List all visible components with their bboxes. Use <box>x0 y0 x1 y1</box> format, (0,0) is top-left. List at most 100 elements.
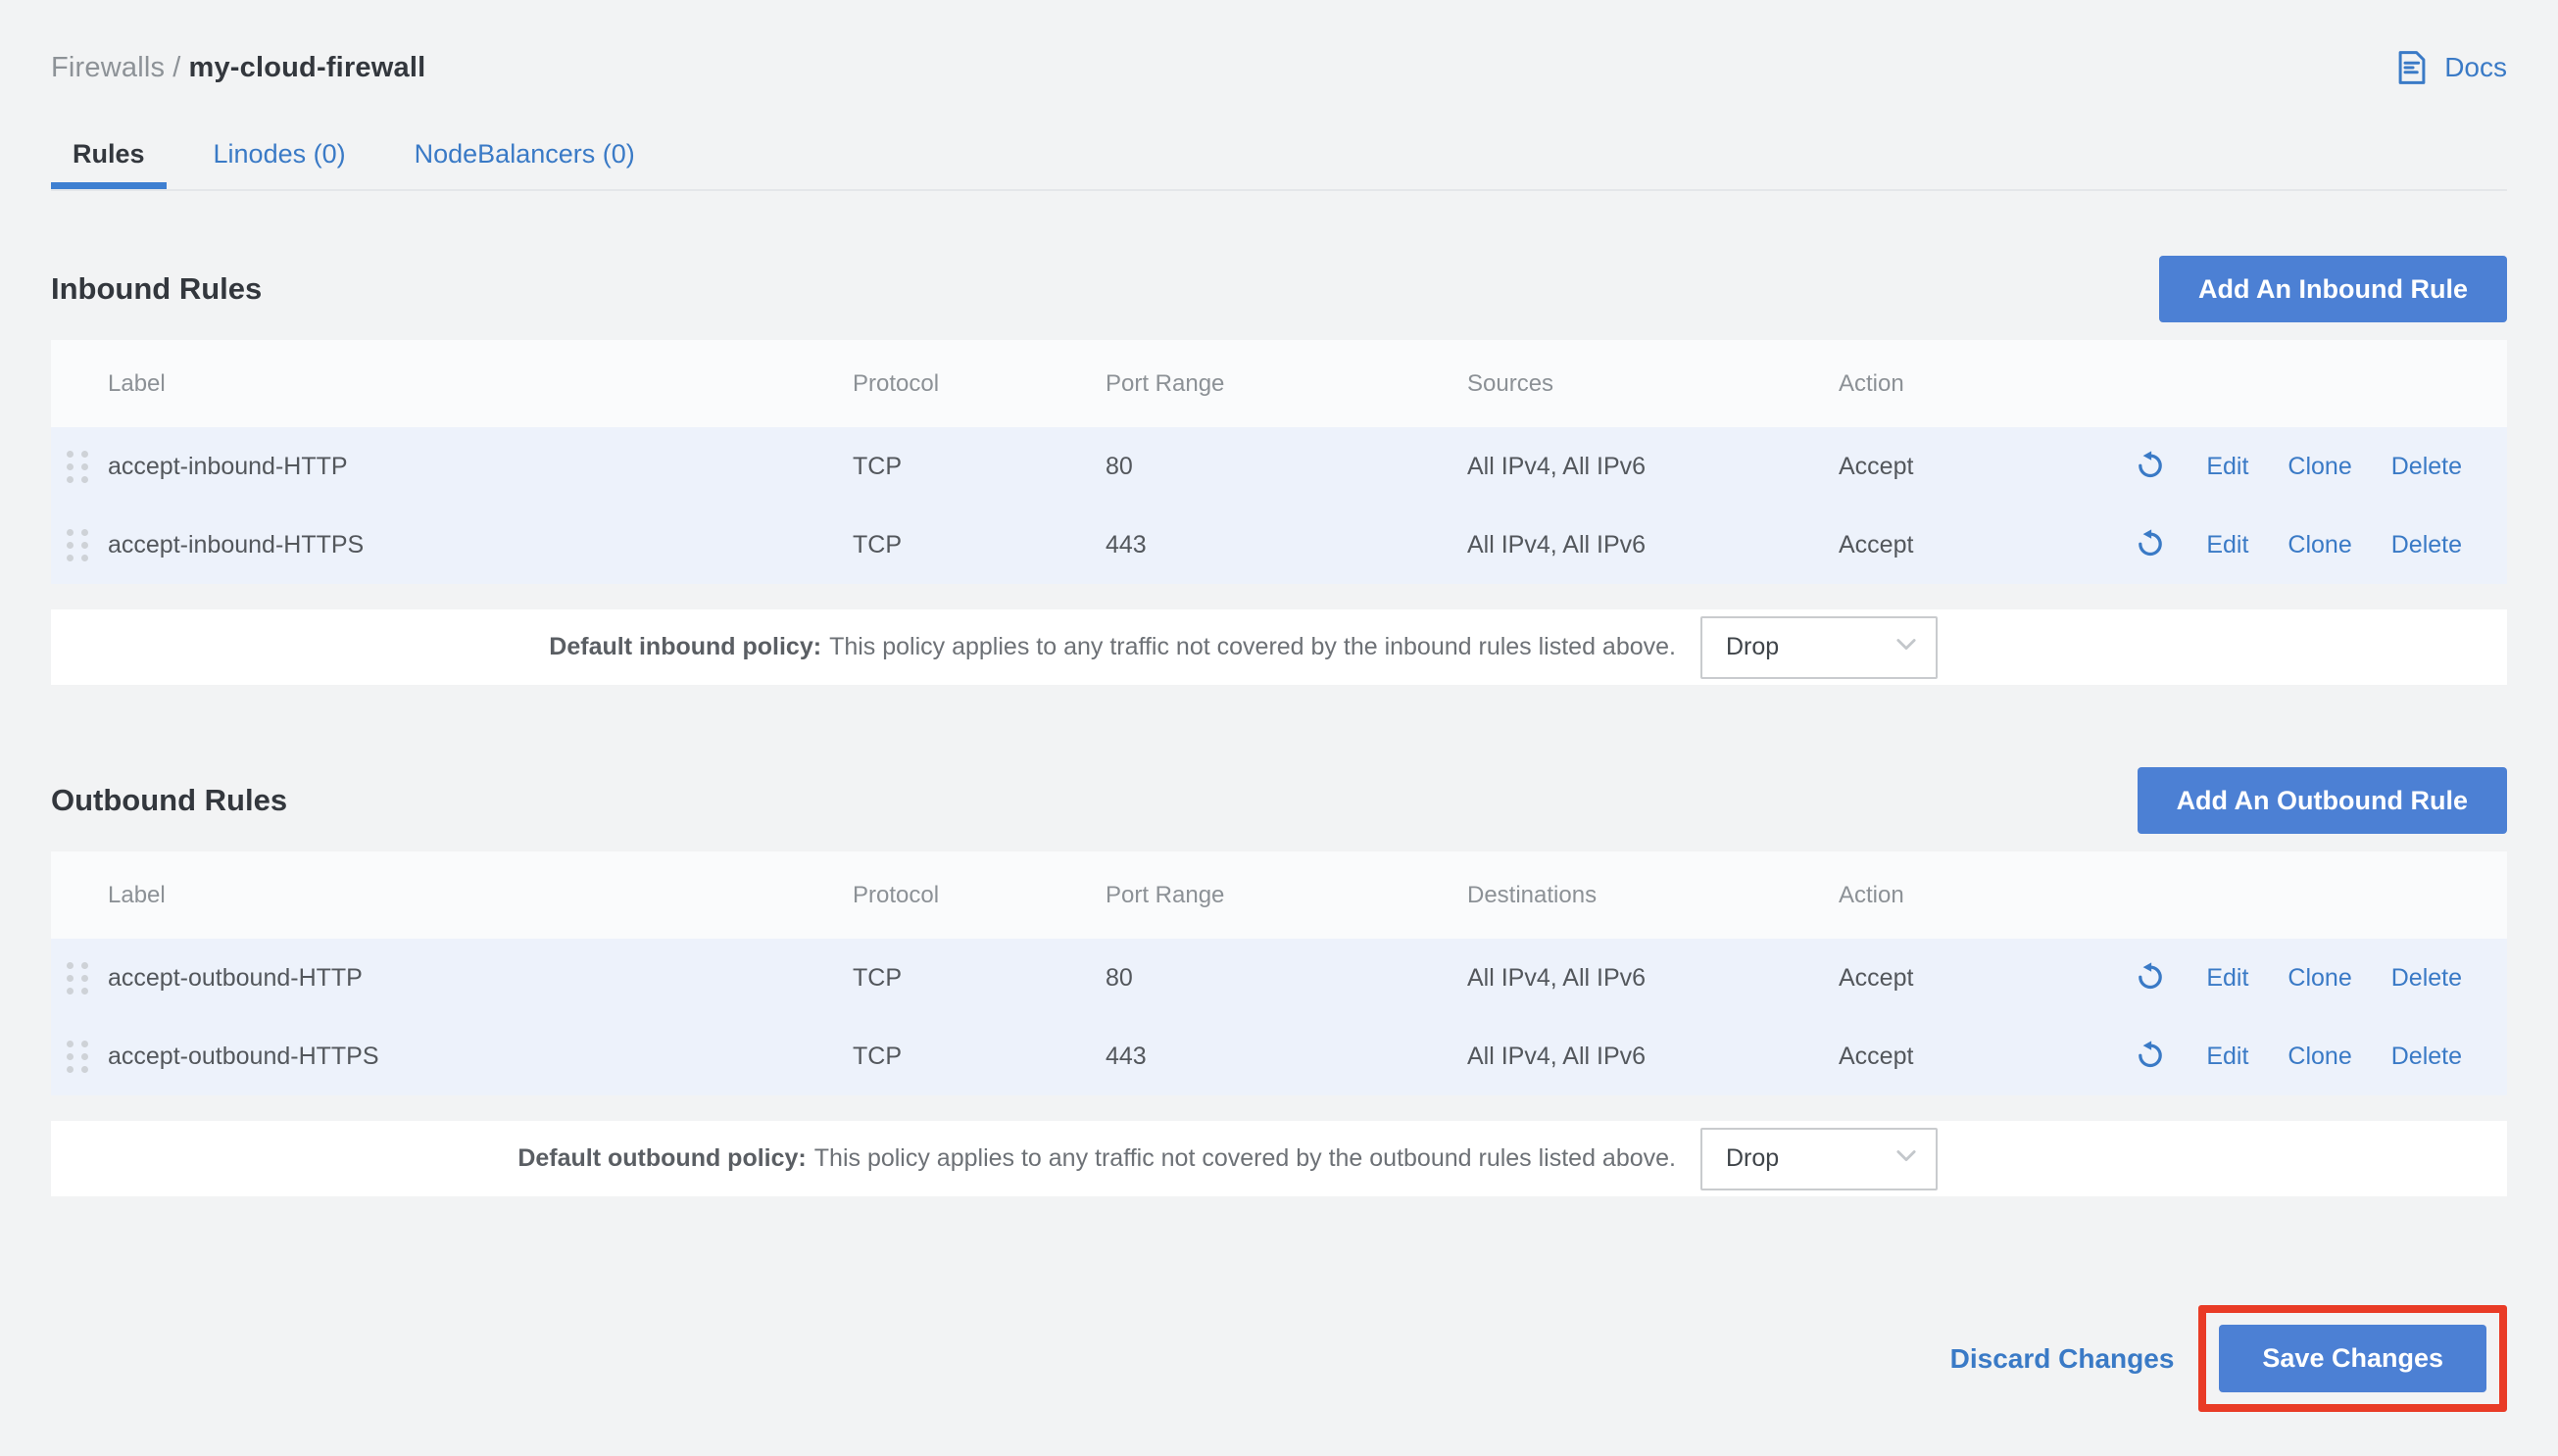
add-inbound-rule-button[interactable]: Add An Inbound Rule <box>2159 256 2507 322</box>
rule-port-range: 443 <box>1106 1043 1467 1071</box>
outbound-policy-selected-value: Drop <box>1726 1144 1779 1173</box>
docs-icon <box>2391 47 2433 88</box>
row-controls: Edit Clone Delete <box>2068 960 2507 996</box>
rule-protocol: TCP <box>853 964 1106 993</box>
edit-rule-link[interactable]: Edit <box>2206 531 2248 559</box>
docs-link[interactable]: Docs <box>2391 47 2507 88</box>
col-header-label: Label <box>108 370 853 398</box>
rule-addresses: All IPv4, All IPv6 <box>1467 964 1839 993</box>
add-outbound-rule-button[interactable]: Add An Outbound Rule <box>2138 767 2507 834</box>
rule-addresses: All IPv4, All IPv6 <box>1467 1043 1839 1071</box>
inbound-policy-label: Default inbound policy: <box>549 633 821 661</box>
outbound-section-title: Outbound Rules <box>51 783 287 818</box>
breadcrumb-current-firewall: my-cloud-firewall <box>188 52 425 83</box>
docs-link-label: Docs <box>2444 52 2507 83</box>
col-header-action: Action <box>1839 882 2068 909</box>
save-changes-button[interactable]: Save Changes <box>2219 1325 2486 1392</box>
rule-label: accept-inbound-HTTP <box>108 453 853 481</box>
clone-rule-link[interactable]: Clone <box>2287 453 2351 481</box>
inbound-table-header: Label Protocol Port Range Sources Action <box>51 340 2507 427</box>
col-header-protocol: Protocol <box>853 882 1106 909</box>
rule-label: accept-inbound-HTTPS <box>108 531 853 559</box>
drag-handle-icon[interactable] <box>67 962 88 995</box>
table-row-accept-outbound-http: accept-outbound-HTTP TCP 80 All IPv4, Al… <box>51 939 2507 1017</box>
drag-handle-icon[interactable] <box>67 451 88 483</box>
outbound-policy-row: Default outbound policy: This policy app… <box>51 1121 2507 1196</box>
firewall-detail-page: Firewalls/my-cloud-firewall Docs Rules L… <box>0 0 2558 1456</box>
tab-rules[interactable]: Rules <box>51 118 167 189</box>
undo-icon <box>2134 1039 2167 1075</box>
rule-protocol: TCP <box>853 453 1106 481</box>
inbound-policy-select[interactable]: Drop <box>1700 616 1938 679</box>
col-header-action: Action <box>1839 370 2068 398</box>
tab-nodebalancers[interactable]: NodeBalancers (0) <box>393 118 657 189</box>
undo-icon <box>2134 960 2167 996</box>
undo-rule-button[interactable] <box>2134 1039 2167 1075</box>
outbound-table-header: Label Protocol Port Range Destinations A… <box>51 851 2507 939</box>
inbound-policy-selected-value: Drop <box>1726 633 1779 661</box>
clone-rule-link[interactable]: Clone <box>2287 964 2351 993</box>
rule-port-range: 80 <box>1106 964 1467 993</box>
inbound-section-header: Inbound Rules Add An Inbound Rule <box>51 256 2507 322</box>
save-highlight-box: Save Changes <box>2198 1305 2507 1412</box>
delete-rule-link[interactable]: Delete <box>2391 964 2462 993</box>
rule-protocol: TCP <box>853 1043 1106 1071</box>
edit-rule-link[interactable]: Edit <box>2206 964 2248 993</box>
rule-port-range: 80 <box>1106 453 1467 481</box>
undo-rule-button[interactable] <box>2134 449 2167 485</box>
undo-rule-button[interactable] <box>2134 960 2167 996</box>
chevron-down-icon <box>1893 630 1920 664</box>
rule-addresses: All IPv4, All IPv6 <box>1467 531 1839 559</box>
col-header-port-range: Port Range <box>1106 882 1467 909</box>
undo-icon <box>2134 527 2167 563</box>
rule-label: accept-outbound-HTTPS <box>108 1043 853 1071</box>
inbound-policy-description: This policy applies to any traffic not c… <box>829 633 1676 661</box>
col-header-port-range: Port Range <box>1106 370 1467 398</box>
footer-actions: Discard Changes Save Changes <box>51 1305 2507 1412</box>
row-controls: Edit Clone Delete <box>2068 527 2507 563</box>
edit-rule-link[interactable]: Edit <box>2206 453 2248 481</box>
outbound-policy-select[interactable]: Drop <box>1700 1128 1938 1190</box>
delete-rule-link[interactable]: Delete <box>2391 1043 2462 1071</box>
rule-protocol: TCP <box>853 531 1106 559</box>
clone-rule-link[interactable]: Clone <box>2287 1043 2351 1071</box>
rule-label: accept-outbound-HTTP <box>108 964 853 993</box>
tab-bar: Rules Linodes (0) NodeBalancers (0) <box>51 118 2507 191</box>
inbound-rules-table: Label Protocol Port Range Sources Action… <box>51 340 2507 584</box>
rule-action: Accept <box>1839 964 2068 993</box>
table-row-accept-outbound-https: accept-outbound-HTTPS TCP 443 All IPv4, … <box>51 1017 2507 1095</box>
table-row-accept-inbound-https: accept-inbound-HTTPS TCP 443 All IPv4, A… <box>51 506 2507 584</box>
outbound-policy-description: This policy applies to any traffic not c… <box>814 1144 1676 1173</box>
tab-linodes[interactable]: Linodes (0) <box>192 118 368 189</box>
delete-rule-link[interactable]: Delete <box>2391 531 2462 559</box>
undo-icon <box>2134 449 2167 485</box>
table-row-accept-inbound-http: accept-inbound-HTTP TCP 80 All IPv4, All… <box>51 427 2507 506</box>
breadcrumb-firewalls-link[interactable]: Firewalls <box>51 52 165 83</box>
outbound-policy-label: Default outbound policy: <box>517 1144 806 1173</box>
row-controls: Edit Clone Delete <box>2068 449 2507 485</box>
rule-port-range: 443 <box>1106 531 1467 559</box>
delete-rule-link[interactable]: Delete <box>2391 453 2462 481</box>
col-header-protocol: Protocol <box>853 370 1106 398</box>
inbound-policy-row: Default inbound policy: This policy appl… <box>51 609 2507 685</box>
rule-action: Accept <box>1839 1043 2068 1071</box>
rule-action: Accept <box>1839 531 2068 559</box>
top-bar: Firewalls/my-cloud-firewall Docs <box>51 47 2507 88</box>
undo-rule-button[interactable] <box>2134 527 2167 563</box>
rule-action: Accept <box>1839 453 2068 481</box>
col-header-sources: Sources <box>1467 370 1839 398</box>
clone-rule-link[interactable]: Clone <box>2287 531 2351 559</box>
drag-handle-icon[interactable] <box>67 529 88 561</box>
edit-rule-link[interactable]: Edit <box>2206 1043 2248 1071</box>
row-controls: Edit Clone Delete <box>2068 1039 2507 1075</box>
breadcrumb: Firewalls/my-cloud-firewall <box>51 52 425 84</box>
chevron-down-icon <box>1893 1141 1920 1176</box>
drag-handle-icon[interactable] <box>67 1041 88 1073</box>
inbound-section-title: Inbound Rules <box>51 271 262 307</box>
outbound-section-header: Outbound Rules Add An Outbound Rule <box>51 767 2507 834</box>
discard-changes-button[interactable]: Discard Changes <box>1950 1343 2175 1375</box>
col-header-label: Label <box>108 882 853 909</box>
col-header-destinations: Destinations <box>1467 882 1839 909</box>
outbound-table-body: accept-outbound-HTTP TCP 80 All IPv4, Al… <box>51 939 2507 1095</box>
inbound-table-body: accept-inbound-HTTP TCP 80 All IPv4, All… <box>51 427 2507 584</box>
